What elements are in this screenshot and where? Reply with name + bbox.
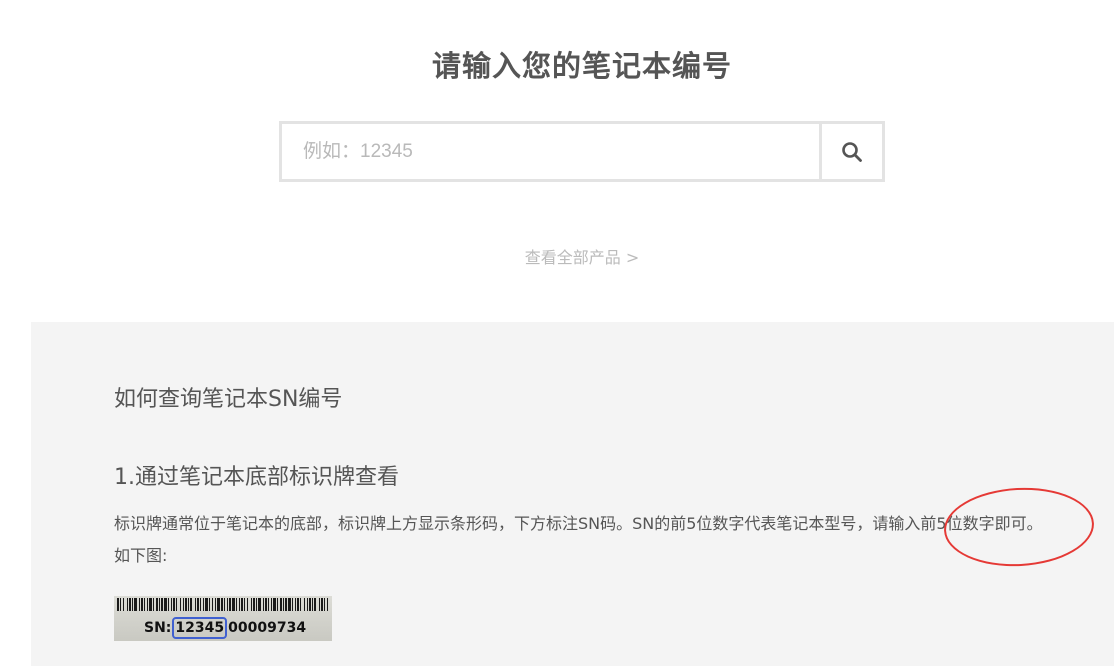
all-products-link[interactable]: 查看全部产品 >: [0, 246, 1114, 270]
search-input[interactable]: [282, 124, 819, 179]
help-title: 如何查询笔记本SN编号: [114, 387, 343, 412]
help-panel: 如何查询笔记本SN编号 1.通过笔记本底部标识牌查看 标识牌通常位于笔记本的底部…: [31, 322, 1114, 666]
search-button[interactable]: [819, 124, 882, 179]
sn-prefix: SN:: [144, 620, 172, 636]
step1-heading: 1.通过笔记本底部标识牌查看: [114, 465, 399, 490]
sn-suffix: 00009734: [228, 620, 307, 636]
barcode-image: [117, 598, 328, 611]
page-title: 请输入您的笔记本编号: [431, 49, 732, 83]
search-box: [279, 121, 885, 182]
step1-description: 标识牌通常位于笔记本的底部，标识牌上方显示条形码，下方标注SN码。SN的前5位数…: [114, 514, 1043, 565]
sn-label-image: SN: 12345 00009734: [114, 596, 332, 641]
sn-model-number: 12345: [172, 617, 228, 639]
sn-label-text: SN: 12345 00009734: [114, 617, 332, 639]
search-icon: [842, 141, 862, 162]
